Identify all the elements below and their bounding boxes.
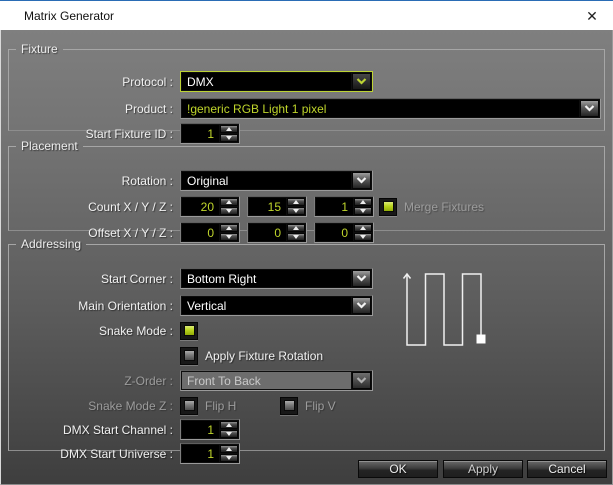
count-label: Count X / Y / Z : xyxy=(9,200,180,214)
spin-down-button[interactable] xyxy=(220,430,238,438)
main-orientation-label: Main Orientation : xyxy=(9,299,180,313)
addressing-group: Addressing Start Corner : Bottom Right M… xyxy=(8,237,605,451)
dmx-start-channel-value[interactable]: 1 xyxy=(182,421,219,438)
start-corner-label: Start Corner : xyxy=(9,272,180,286)
rotation-value: Original xyxy=(182,172,351,189)
snake-mode-row: Snake Mode : xyxy=(9,320,198,341)
rotation-label: Rotation : xyxy=(9,174,180,188)
spin-up-button[interactable] xyxy=(354,198,372,206)
dmx-start-universe-label: DMX Start Universe : xyxy=(9,447,180,461)
snake-mode-label: Snake Mode : xyxy=(9,324,180,338)
apply-fixture-rotation-label: Apply Fixture Rotation xyxy=(205,349,323,363)
chevron-down-icon xyxy=(352,372,371,389)
spin-up-button[interactable] xyxy=(220,445,238,453)
snake-mode-z-row: Snake Mode Z : Flip H Flip V xyxy=(9,395,336,416)
snake-mode-z-label: Snake Mode Z : xyxy=(9,399,180,413)
rotation-row: Rotation : Original xyxy=(9,170,373,191)
z-order-label: Z-Order : xyxy=(9,374,180,388)
spin-up-button[interactable] xyxy=(220,125,238,133)
ok-button[interactable]: OK xyxy=(358,460,438,478)
count-y-spinner[interactable]: 15 xyxy=(247,196,307,217)
flip-v-label: Flip V xyxy=(305,399,336,413)
chevron-down-icon[interactable] xyxy=(352,297,371,314)
placement-group: Placement Rotation : Original Count X / … xyxy=(8,139,605,231)
dmx-start-channel-label: DMX Start Channel : xyxy=(9,423,180,437)
spin-up-button[interactable] xyxy=(287,198,305,206)
rotation-dropdown[interactable]: Original xyxy=(180,170,373,191)
page-title: Matrix Generator xyxy=(24,9,114,23)
apply-button[interactable]: Apply xyxy=(443,460,523,478)
matrix-generator-dialog: Matrix Generator ✕ Fixture Protocol : DM… xyxy=(0,0,613,485)
count-row: Count X / Y / Z : 20 15 1 Merge Fixtures xyxy=(9,196,484,217)
product-row: Product : !generic RGB Light 1 pixel xyxy=(9,98,601,119)
spin-down-button[interactable] xyxy=(220,454,238,462)
dmx-start-channel-row: DMX Start Channel : 1 xyxy=(9,419,240,440)
fixture-group-label: Fixture xyxy=(16,42,63,56)
apply-fixture-rotation-row: Apply Fixture Rotation xyxy=(9,345,323,366)
spin-down-button[interactable] xyxy=(220,207,238,215)
merge-fixtures-label: Merge Fixtures xyxy=(404,200,484,214)
chevron-down-icon[interactable] xyxy=(580,100,599,117)
close-button[interactable]: ✕ xyxy=(579,4,605,28)
dmx-start-channel-spinner[interactable]: 1 xyxy=(180,419,240,440)
count-z-spinner[interactable]: 1 xyxy=(314,196,374,217)
dmx-start-universe-spinner[interactable]: 1 xyxy=(180,443,240,464)
protocol-label: Protocol : xyxy=(9,75,180,89)
chevron-down-icon[interactable] xyxy=(352,172,371,189)
chevron-down-icon[interactable] xyxy=(352,270,371,287)
dmx-start-universe-row: DMX Start Universe : 1 xyxy=(9,443,240,464)
flip-h-label: Flip H xyxy=(205,399,280,413)
flip-v-checkbox xyxy=(280,397,298,415)
spin-up-button[interactable] xyxy=(220,198,238,206)
main-orientation-dropdown[interactable]: Vertical xyxy=(180,295,373,316)
dmx-start-universe-value[interactable]: 1 xyxy=(182,445,219,462)
start-corner-value: Bottom Right xyxy=(182,270,351,287)
spin-up-button[interactable] xyxy=(220,224,238,232)
count-x-value[interactable]: 20 xyxy=(182,198,219,215)
product-dropdown[interactable]: !generic RGB Light 1 pixel xyxy=(180,98,601,119)
protocol-dropdown[interactable]: DMX xyxy=(180,71,373,92)
merge-fixtures-checkbox[interactable] xyxy=(379,198,397,216)
main-orientation-row: Main Orientation : Vertical xyxy=(9,295,373,316)
product-label: Product : xyxy=(9,102,180,116)
apply-fixture-rotation-checkbox[interactable] xyxy=(180,347,198,365)
start-corner-dropdown[interactable]: Bottom Right xyxy=(180,268,373,289)
chevron-down-icon[interactable] xyxy=(352,73,371,90)
z-order-dropdown: Front To Back xyxy=(180,370,373,391)
main-orientation-value: Vertical xyxy=(182,297,351,314)
spin-up-button[interactable] xyxy=(287,224,305,232)
spin-down-button[interactable] xyxy=(287,207,305,215)
cancel-button[interactable]: Cancel xyxy=(527,460,607,478)
spin-up-button[interactable] xyxy=(354,224,372,232)
close-icon: ✕ xyxy=(586,9,598,23)
product-value: !generic RGB Light 1 pixel xyxy=(182,100,579,117)
count-x-spinner[interactable]: 20 xyxy=(180,196,240,217)
snake-mode-checkbox[interactable] xyxy=(180,322,198,340)
fixture-group: Fixture Protocol : DMX Product : !generi… xyxy=(8,42,605,131)
snake-path-diagram xyxy=(402,268,490,350)
spin-down-button[interactable] xyxy=(354,207,372,215)
flip-h-checkbox xyxy=(180,397,198,415)
spin-up-button[interactable] xyxy=(220,421,238,429)
title-bar: Matrix Generator ✕ xyxy=(0,1,613,30)
protocol-value: DMX xyxy=(182,73,351,90)
addressing-group-label: Addressing xyxy=(16,237,86,251)
start-corner-row: Start Corner : Bottom Right xyxy=(9,268,373,289)
protocol-row: Protocol : DMX xyxy=(9,71,373,92)
z-order-value: Front To Back xyxy=(182,372,351,389)
placement-group-label: Placement xyxy=(16,139,83,153)
z-order-row: Z-Order : Front To Back xyxy=(9,370,373,391)
count-z-value[interactable]: 1 xyxy=(316,198,353,215)
count-y-value[interactable]: 15 xyxy=(249,198,286,215)
